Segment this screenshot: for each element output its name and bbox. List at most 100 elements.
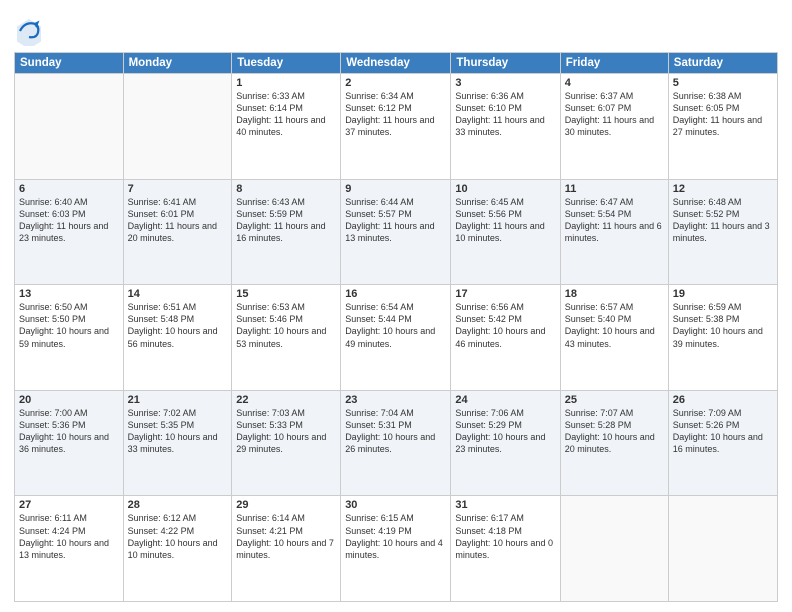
calendar-cell: 31Sunrise: 6:17 AM Sunset: 4:18 PM Dayli…: [451, 496, 560, 602]
calendar-cell: [560, 496, 668, 602]
cell-daylight-info: Sunrise: 6:11 AM Sunset: 4:24 PM Dayligh…: [19, 512, 119, 561]
col-header-friday: Friday: [560, 53, 668, 74]
cell-daylight-info: Sunrise: 6:56 AM Sunset: 5:42 PM Dayligh…: [455, 301, 555, 350]
cell-daylight-info: Sunrise: 6:15 AM Sunset: 4:19 PM Dayligh…: [345, 512, 446, 561]
logo: [14, 16, 48, 46]
cell-daylight-info: Sunrise: 6:33 AM Sunset: 6:14 PM Dayligh…: [236, 90, 336, 139]
cell-day-number: 25: [565, 394, 664, 406]
cell-day-number: 30: [345, 499, 446, 511]
calendar-cell: 18Sunrise: 6:57 AM Sunset: 5:40 PM Dayli…: [560, 285, 668, 391]
calendar-cell: 2Sunrise: 6:34 AM Sunset: 6:12 PM Daylig…: [341, 74, 451, 180]
calendar-cell: 9Sunrise: 6:44 AM Sunset: 5:57 PM Daylig…: [341, 179, 451, 285]
calendar-cell: 5Sunrise: 6:38 AM Sunset: 6:05 PM Daylig…: [668, 74, 777, 180]
calendar-week-row: 13Sunrise: 6:50 AM Sunset: 5:50 PM Dayli…: [15, 285, 778, 391]
cell-day-number: 11: [565, 183, 664, 195]
cell-day-number: 6: [19, 183, 119, 195]
cell-daylight-info: Sunrise: 6:47 AM Sunset: 5:54 PM Dayligh…: [565, 196, 664, 245]
cell-day-number: 17: [455, 288, 555, 300]
cell-day-number: 21: [128, 394, 228, 406]
cell-daylight-info: Sunrise: 7:03 AM Sunset: 5:33 PM Dayligh…: [236, 407, 336, 456]
calendar-cell: 20Sunrise: 7:00 AM Sunset: 5:36 PM Dayli…: [15, 390, 124, 496]
calendar-cell: 8Sunrise: 6:43 AM Sunset: 5:59 PM Daylig…: [232, 179, 341, 285]
header: [14, 12, 778, 46]
cell-daylight-info: Sunrise: 7:06 AM Sunset: 5:29 PM Dayligh…: [455, 407, 555, 456]
col-header-thursday: Thursday: [451, 53, 560, 74]
cell-day-number: 4: [565, 77, 664, 89]
cell-day-number: 2: [345, 77, 446, 89]
cell-day-number: 13: [19, 288, 119, 300]
cell-day-number: 18: [565, 288, 664, 300]
col-header-tuesday: Tuesday: [232, 53, 341, 74]
calendar-cell: 4Sunrise: 6:37 AM Sunset: 6:07 PM Daylig…: [560, 74, 668, 180]
calendar-cell: 29Sunrise: 6:14 AM Sunset: 4:21 PM Dayli…: [232, 496, 341, 602]
cell-daylight-info: Sunrise: 7:09 AM Sunset: 5:26 PM Dayligh…: [673, 407, 773, 456]
cell-day-number: 16: [345, 288, 446, 300]
calendar-cell: [15, 74, 124, 180]
calendar-cell: 16Sunrise: 6:54 AM Sunset: 5:44 PM Dayli…: [341, 285, 451, 391]
cell-daylight-info: Sunrise: 6:38 AM Sunset: 6:05 PM Dayligh…: [673, 90, 773, 139]
calendar-cell: 23Sunrise: 7:04 AM Sunset: 5:31 PM Dayli…: [341, 390, 451, 496]
cell-day-number: 7: [128, 183, 228, 195]
cell-daylight-info: Sunrise: 6:40 AM Sunset: 6:03 PM Dayligh…: [19, 196, 119, 245]
cell-daylight-info: Sunrise: 6:36 AM Sunset: 6:10 PM Dayligh…: [455, 90, 555, 139]
cell-day-number: 20: [19, 394, 119, 406]
calendar-table: SundayMondayTuesdayWednesdayThursdayFrid…: [14, 52, 778, 602]
cell-daylight-info: Sunrise: 6:57 AM Sunset: 5:40 PM Dayligh…: [565, 301, 664, 350]
cell-daylight-info: Sunrise: 7:07 AM Sunset: 5:28 PM Dayligh…: [565, 407, 664, 456]
cell-day-number: 1: [236, 77, 336, 89]
calendar-cell: 3Sunrise: 6:36 AM Sunset: 6:10 PM Daylig…: [451, 74, 560, 180]
calendar-cell: 12Sunrise: 6:48 AM Sunset: 5:52 PM Dayli…: [668, 179, 777, 285]
cell-daylight-info: Sunrise: 6:12 AM Sunset: 4:22 PM Dayligh…: [128, 512, 228, 561]
col-header-saturday: Saturday: [668, 53, 777, 74]
cell-day-number: 26: [673, 394, 773, 406]
cell-daylight-info: Sunrise: 6:45 AM Sunset: 5:56 PM Dayligh…: [455, 196, 555, 245]
cell-daylight-info: Sunrise: 7:00 AM Sunset: 5:36 PM Dayligh…: [19, 407, 119, 456]
cell-day-number: 9: [345, 183, 446, 195]
calendar-cell: 22Sunrise: 7:03 AM Sunset: 5:33 PM Dayli…: [232, 390, 341, 496]
calendar-week-row: 6Sunrise: 6:40 AM Sunset: 6:03 PM Daylig…: [15, 179, 778, 285]
cell-day-number: 23: [345, 394, 446, 406]
calendar-week-row: 1Sunrise: 6:33 AM Sunset: 6:14 PM Daylig…: [15, 74, 778, 180]
calendar-cell: [668, 496, 777, 602]
calendar-cell: 11Sunrise: 6:47 AM Sunset: 5:54 PM Dayli…: [560, 179, 668, 285]
calendar-week-row: 20Sunrise: 7:00 AM Sunset: 5:36 PM Dayli…: [15, 390, 778, 496]
calendar-cell: [123, 74, 232, 180]
calendar-cell: 14Sunrise: 6:51 AM Sunset: 5:48 PM Dayli…: [123, 285, 232, 391]
cell-daylight-info: Sunrise: 6:41 AM Sunset: 6:01 PM Dayligh…: [128, 196, 228, 245]
calendar-cell: 19Sunrise: 6:59 AM Sunset: 5:38 PM Dayli…: [668, 285, 777, 391]
cell-daylight-info: Sunrise: 6:59 AM Sunset: 5:38 PM Dayligh…: [673, 301, 773, 350]
calendar-cell: 17Sunrise: 6:56 AM Sunset: 5:42 PM Dayli…: [451, 285, 560, 391]
calendar-cell: 26Sunrise: 7:09 AM Sunset: 5:26 PM Dayli…: [668, 390, 777, 496]
cell-daylight-info: Sunrise: 6:48 AM Sunset: 5:52 PM Dayligh…: [673, 196, 773, 245]
cell-daylight-info: Sunrise: 6:17 AM Sunset: 4:18 PM Dayligh…: [455, 512, 555, 561]
cell-day-number: 28: [128, 499, 228, 511]
calendar-cell: 27Sunrise: 6:11 AM Sunset: 4:24 PM Dayli…: [15, 496, 124, 602]
cell-day-number: 22: [236, 394, 336, 406]
calendar-cell: 15Sunrise: 6:53 AM Sunset: 5:46 PM Dayli…: [232, 285, 341, 391]
cell-day-number: 24: [455, 394, 555, 406]
col-header-sunday: Sunday: [15, 53, 124, 74]
col-header-monday: Monday: [123, 53, 232, 74]
calendar-cell: 7Sunrise: 6:41 AM Sunset: 6:01 PM Daylig…: [123, 179, 232, 285]
cell-daylight-info: Sunrise: 6:37 AM Sunset: 6:07 PM Dayligh…: [565, 90, 664, 139]
logo-icon: [14, 16, 44, 46]
calendar-cell: 10Sunrise: 6:45 AM Sunset: 5:56 PM Dayli…: [451, 179, 560, 285]
calendar-cell: 24Sunrise: 7:06 AM Sunset: 5:29 PM Dayli…: [451, 390, 560, 496]
calendar-cell: 30Sunrise: 6:15 AM Sunset: 4:19 PM Dayli…: [341, 496, 451, 602]
cell-day-number: 19: [673, 288, 773, 300]
calendar-cell: 21Sunrise: 7:02 AM Sunset: 5:35 PM Dayli…: [123, 390, 232, 496]
cell-daylight-info: Sunrise: 7:04 AM Sunset: 5:31 PM Dayligh…: [345, 407, 446, 456]
cell-daylight-info: Sunrise: 6:54 AM Sunset: 5:44 PM Dayligh…: [345, 301, 446, 350]
cell-day-number: 5: [673, 77, 773, 89]
cell-daylight-info: Sunrise: 6:50 AM Sunset: 5:50 PM Dayligh…: [19, 301, 119, 350]
calendar-cell: 6Sunrise: 6:40 AM Sunset: 6:03 PM Daylig…: [15, 179, 124, 285]
cell-day-number: 29: [236, 499, 336, 511]
cell-day-number: 8: [236, 183, 336, 195]
calendar-header-row: SundayMondayTuesdayWednesdayThursdayFrid…: [15, 53, 778, 74]
cell-day-number: 27: [19, 499, 119, 511]
cell-day-number: 31: [455, 499, 555, 511]
calendar-cell: 13Sunrise: 6:50 AM Sunset: 5:50 PM Dayli…: [15, 285, 124, 391]
cell-day-number: 12: [673, 183, 773, 195]
page: SundayMondayTuesdayWednesdayThursdayFrid…: [0, 0, 792, 612]
cell-day-number: 10: [455, 183, 555, 195]
